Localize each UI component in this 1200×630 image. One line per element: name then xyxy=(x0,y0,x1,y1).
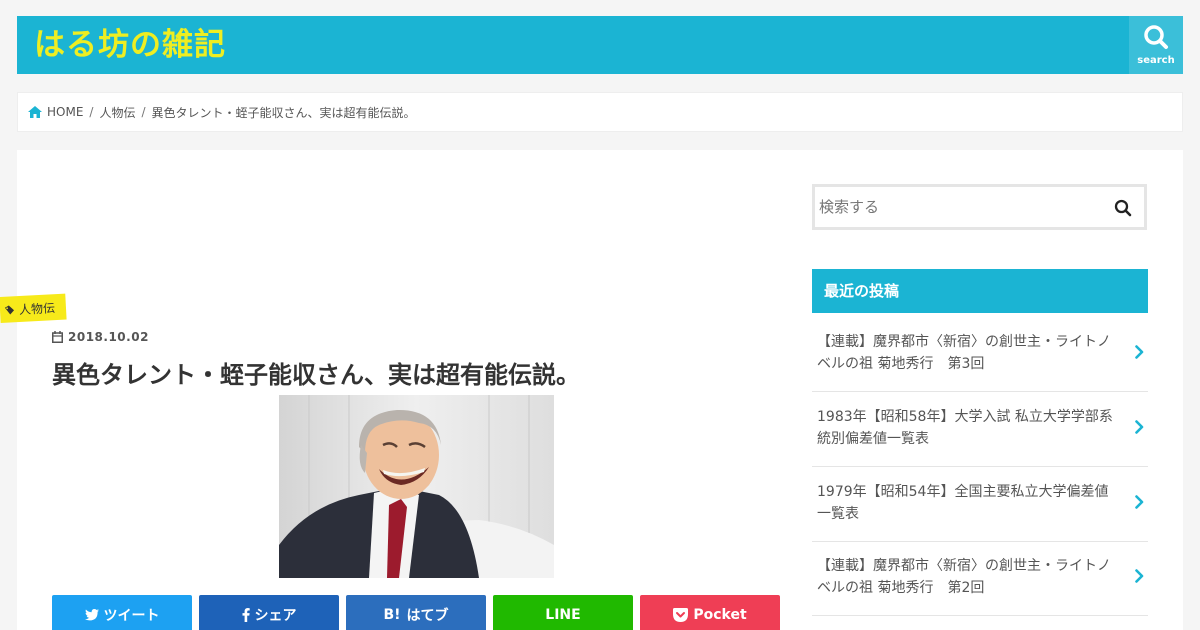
breadcrumb-separator: / xyxy=(141,105,146,119)
chevron-right-icon xyxy=(1135,420,1144,434)
search-icon[interactable] xyxy=(1114,199,1132,217)
chevron-right-icon xyxy=(1135,569,1144,583)
search-button-label: search xyxy=(1137,55,1175,66)
breadcrumb-home-link[interactable]: HOME xyxy=(47,105,83,119)
twitter-icon xyxy=(84,609,99,621)
share-line-button[interactable]: LINE xyxy=(493,595,633,630)
recent-post-title: 【連載】魔界都市〈新宿〉の創世主・ライトノベルの祖 菊地秀行 第2回 xyxy=(817,558,1111,596)
folder-icon xyxy=(4,305,15,314)
share-twitter-button[interactable]: ツイート xyxy=(52,595,192,630)
recent-post-title: 1983年【昭和58年】大学入試 私立大学学部系統別偏差値一覧表 xyxy=(817,409,1113,447)
breadcrumb: HOME / 人物伝 / 異色タレント・蛭子能収さん、実は超有能伝説。 xyxy=(17,92,1183,132)
article-title: 異色タレント・蛭子能収さん、実は超有能伝説。 xyxy=(52,361,580,389)
chevron-right-icon xyxy=(1135,345,1144,359)
breadcrumb-category-link[interactable]: 人物伝 xyxy=(99,104,135,121)
search-icon xyxy=(1144,25,1168,49)
share-line-label: LINE xyxy=(545,607,581,623)
recent-posts-title: 最近の投稿 xyxy=(812,269,1148,313)
home-icon xyxy=(28,106,42,118)
pocket-icon xyxy=(673,608,689,622)
recent-post-title: 【連載】魔界都市〈新宿〉の創世主・ライトノベルの祖 菊地秀行 第3回 xyxy=(817,334,1111,372)
recent-post-title: 1979年【昭和54年】全国主要私立大学偏差値一覧表 xyxy=(817,484,1109,522)
header-search-button[interactable]: search xyxy=(1129,16,1183,74)
share-pocket-label: Pocket xyxy=(693,607,747,623)
post-date: 2018.10.02 xyxy=(52,330,149,344)
share-hatena-button[interactable]: B! はてブ xyxy=(346,595,486,630)
category-label[interactable]: 人物伝 xyxy=(0,293,67,323)
share-facebook-label: シェア xyxy=(254,608,297,624)
facebook-icon xyxy=(242,608,250,622)
category-label-text: 人物伝 xyxy=(18,300,56,317)
recent-post-item[interactable]: 1979年【昭和54年】全国主要私立大学偏差値一覧表 xyxy=(812,467,1148,542)
recent-post-item[interactable]: 1983年【昭和58年】大学入試 私立大学学部系統別偏差値一覧表 xyxy=(812,392,1148,467)
featured-image xyxy=(279,395,554,578)
calendar-icon xyxy=(52,331,63,343)
share-hatena-label: はてブ xyxy=(406,608,449,624)
recent-post-item[interactable]: 【連載】魔界都市〈新宿〉の創世主・ライトノベルの祖 菊地秀行 第2回 xyxy=(812,541,1148,616)
sidebar-search-form xyxy=(812,184,1147,230)
site-header: はる坊の雑記 search xyxy=(17,16,1183,74)
sidebar-search-input[interactable] xyxy=(815,187,1095,227)
hatena-icon: B! xyxy=(383,607,401,623)
breadcrumb-current: 異色タレント・蛭子能収さん、実は超有能伝説。 xyxy=(151,105,416,120)
post-date-text: 2018.10.02 xyxy=(68,330,149,344)
recent-post-item[interactable]: 【連載】魔界都市〈新宿〉の創世主・ライトノベルの祖 菊地秀行 第3回 xyxy=(812,317,1148,392)
share-twitter-label: ツイート xyxy=(103,608,160,624)
site-title[interactable]: はる坊の雑記 xyxy=(34,30,226,61)
breadcrumb-separator: / xyxy=(89,105,94,119)
chevron-right-icon xyxy=(1135,495,1144,509)
share-pocket-button[interactable]: Pocket xyxy=(640,595,780,630)
share-facebook-button[interactable]: シェア xyxy=(199,595,339,630)
